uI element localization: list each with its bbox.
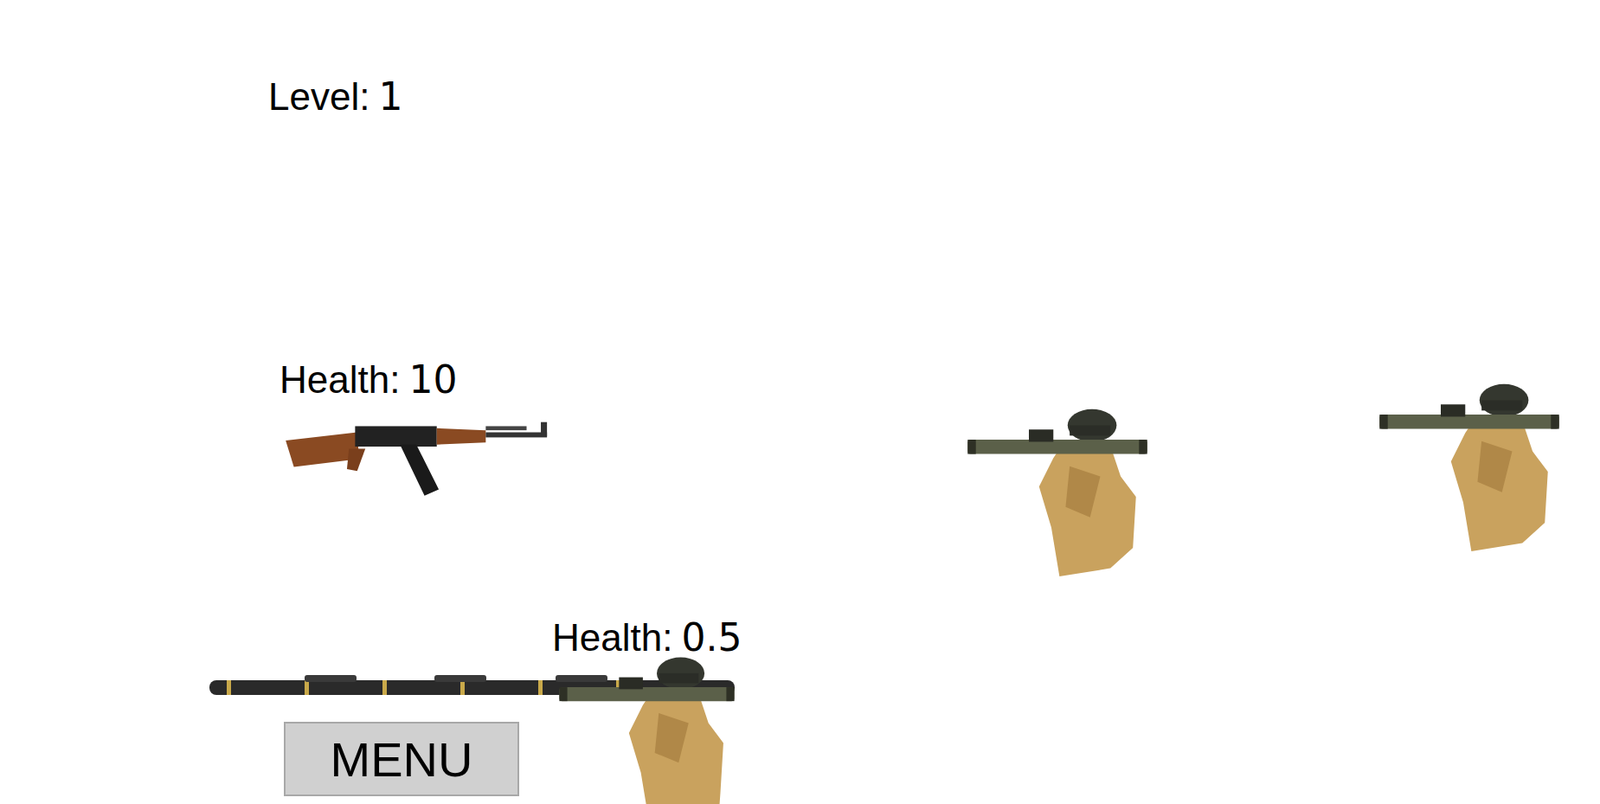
player-health: Health:10 [279, 359, 457, 401]
enemy-soldier-icon [559, 653, 735, 804]
enemy-health-label: Health: [552, 616, 673, 659]
level-label: Level: [268, 76, 370, 118]
menu-button[interactable]: MENU [283, 721, 520, 797]
enemy-health-value: 0.5 [681, 616, 742, 659]
enemy-soldier-icon [1379, 379, 1560, 552]
player-health-label: Health: [279, 359, 400, 401]
game-stage: Level:1Health:10Health:0.5MENU [0, 0, 1600, 804]
enemy-soldier-icon [967, 404, 1148, 577]
level-display: Level:1 [268, 76, 403, 118]
level-value: 1 [378, 76, 403, 118]
player-health-value: 10 [408, 359, 457, 401]
rifle-icon [285, 417, 552, 498]
enemy-health: Health:0.5 [552, 616, 742, 659]
